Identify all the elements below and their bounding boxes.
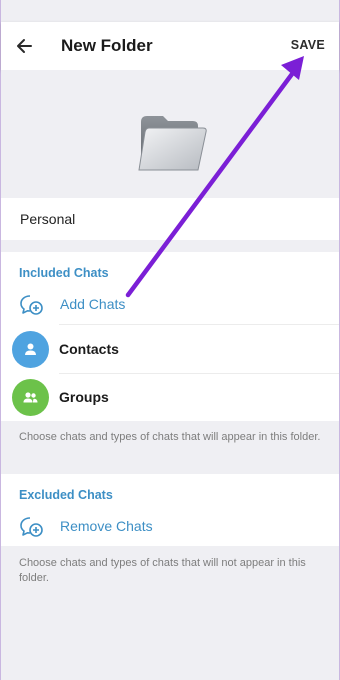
groups-avatar bbox=[12, 379, 49, 416]
contacts-avatar bbox=[12, 331, 49, 368]
add-chats-label: Add Chats bbox=[60, 296, 126, 312]
folder-name-value: Personal bbox=[20, 211, 76, 227]
back-arrow-icon bbox=[17, 39, 32, 53]
included-chats-section: Included Chats Add Chats Contacts Groups bbox=[1, 252, 339, 421]
group-icon bbox=[23, 392, 38, 403]
included-type-contacts[interactable]: Contacts bbox=[1, 325, 339, 373]
folder-name-field[interactable]: Personal bbox=[1, 198, 339, 240]
save-button[interactable]: SAVE bbox=[291, 38, 325, 52]
groups-label: Groups bbox=[59, 389, 109, 405]
app-bar: New Folder SAVE bbox=[1, 22, 339, 70]
excluded-hint-text: Choose chats and types of chats that wil… bbox=[19, 557, 306, 584]
contacts-label: Contacts bbox=[59, 341, 119, 357]
chat-add-icon bbox=[20, 295, 43, 315]
folder-icon bbox=[138, 116, 207, 171]
included-chats-header: Included Chats bbox=[19, 266, 109, 280]
back-button[interactable] bbox=[11, 32, 39, 60]
remove-chats-button[interactable]: Remove Chats bbox=[1, 506, 339, 546]
excluded-chats-section: Excluded Chats Remove Chats bbox=[1, 474, 339, 546]
included-type-groups[interactable]: Groups bbox=[1, 373, 339, 421]
status-bar bbox=[1, 0, 339, 22]
chat-add-icon bbox=[20, 517, 43, 537]
phone-screen: New Folder SAVE Personal Included Chats bbox=[0, 0, 340, 680]
add-chats-button[interactable]: Add Chats bbox=[1, 284, 339, 324]
person-icon bbox=[25, 343, 36, 355]
excluded-chats-header: Excluded Chats bbox=[19, 488, 113, 502]
remove-chats-label: Remove Chats bbox=[60, 518, 153, 534]
page-title: New Folder bbox=[61, 36, 153, 55]
included-hint-text: Choose chats and types of chats that wil… bbox=[19, 431, 321, 443]
